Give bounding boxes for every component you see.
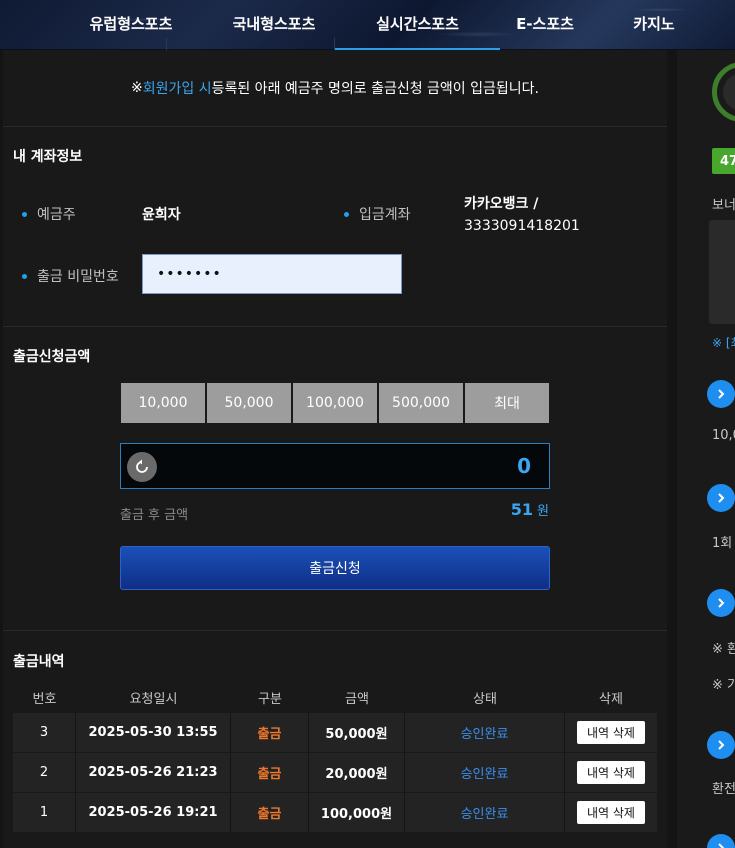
- bonus-box: [709, 220, 735, 324]
- bonus-label: 보너: [712, 198, 735, 213]
- bullet-dot: [22, 273, 27, 279]
- amount-100000-button[interactable]: 100,000: [293, 383, 377, 423]
- bank-value: 카카오뱅크 / 3333091418201: [464, 193, 580, 237]
- col-amount: 금액: [345, 691, 369, 707]
- row-number: 2: [13, 753, 76, 792]
- rule-text: 환전: [712, 782, 735, 797]
- row-date: 2025-05-30 13:55: [76, 713, 231, 752]
- row-status: 승인완료: [405, 793, 565, 832]
- amount-value: 0: [517, 454, 531, 478]
- row-number: 1: [13, 793, 76, 832]
- row-status-text: 승인완료: [460, 807, 509, 822]
- nav-item-european-sports[interactable]: 유럽형스포츠: [72, 0, 190, 50]
- bank-label-text: 입금계좌: [359, 207, 411, 223]
- row-type-text: 출금: [257, 727, 282, 742]
- bullet-dot: [22, 211, 27, 217]
- col-delete: 삭제: [599, 691, 623, 707]
- row-date: 2025-05-26 19:21: [76, 793, 231, 832]
- chevron-right-icon[interactable]: [707, 731, 735, 759]
- rule-text: 10,0: [712, 428, 735, 443]
- row-amount: 20,000원: [309, 753, 405, 792]
- col-number: 번호: [32, 691, 57, 707]
- holder-value: 윤희자: [142, 207, 181, 223]
- withdraw-amount-title: 출금신청금액: [13, 349, 91, 365]
- delete-record-button[interactable]: 내역 삭제: [577, 761, 645, 784]
- bank-label: 입금계좌: [344, 204, 411, 224]
- chevron-right-icon[interactable]: [707, 589, 735, 617]
- row-status: 승인완료: [405, 753, 565, 792]
- history-title: 출금내역: [13, 654, 65, 670]
- after-balance-label: 출금 후 금액: [120, 508, 189, 523]
- row-delete: 내역 삭제: [565, 793, 657, 832]
- nav-item-domestic-sports[interactable]: 국내형스포츠: [215, 0, 333, 50]
- rule-text: ※ 기: [712, 678, 735, 693]
- bank-account-number: 3333091418201: [464, 218, 580, 234]
- nav-item-live-sports[interactable]: 실시간스포츠: [335, 0, 500, 50]
- col-type: 구분: [258, 691, 282, 707]
- section-divider: [3, 630, 667, 631]
- history-table-header: 번호 요청일시 구분 금액 상태 삭제: [13, 682, 657, 712]
- row-amount: 50,000원: [309, 713, 405, 752]
- withdraw-amount-input[interactable]: 0: [120, 443, 550, 489]
- holder-label-text: 예금주: [37, 207, 76, 223]
- notice-prefix: ※: [131, 80, 143, 96]
- rule-text: ※ 환: [712, 642, 735, 657]
- table-row: 3 2025-05-30 13:55 출금 50,000원 승인완료 내역 삭제: [13, 713, 657, 752]
- section-divider: [3, 326, 667, 327]
- after-balance-unit: 원: [537, 504, 549, 519]
- row-number: 3: [13, 713, 76, 752]
- row-status-text: 승인완료: [460, 727, 509, 742]
- row-type: 출금: [231, 793, 309, 832]
- password-label: 출금 비밀번호: [22, 266, 119, 286]
- delete-record-button[interactable]: 내역 삭제: [577, 801, 645, 824]
- chevron-right-icon[interactable]: [707, 380, 735, 408]
- row-type: 출금: [231, 753, 309, 792]
- delete-record-button[interactable]: 내역 삭제: [577, 721, 645, 744]
- row-type: 출금: [231, 713, 309, 752]
- bank-name: 카카오뱅크 /: [464, 196, 539, 212]
- col-status: 상태: [473, 691, 497, 707]
- row-type-text: 출금: [257, 767, 282, 782]
- withdraw-submit-button[interactable]: 출금신청: [120, 546, 550, 590]
- row-type-text: 출금: [257, 807, 282, 822]
- notice-text: 등록된 아래 예금주 명의로 출금신청 금액이 입금됩니다.: [211, 81, 539, 97]
- amount-max-button[interactable]: 최대: [465, 383, 549, 423]
- withdraw-notice: ※ 회원가입 시 등록된 아래 예금주 명의로 출금신청 금액이 입금됩니다.: [3, 50, 667, 127]
- row-delete: 내역 삭제: [565, 753, 657, 792]
- withdraw-password-input[interactable]: •••••••: [142, 254, 402, 294]
- bullet-dot: [344, 211, 349, 217]
- account-info-title: 내 계좌정보: [13, 149, 83, 165]
- password-label-text: 출금 비밀번호: [37, 269, 119, 285]
- amount-50000-button[interactable]: 50,000: [207, 383, 291, 423]
- notice-highlight: 회원가입 시: [142, 81, 212, 97]
- withdraw-panel: ※ 회원가입 시 등록된 아래 예금주 명의로 출금신청 금액이 입금됩니다. …: [3, 50, 667, 848]
- after-balance-number: 51: [510, 500, 534, 519]
- chevron-right-icon[interactable]: [707, 834, 735, 848]
- bonus-note: ※ [최: [712, 336, 735, 350]
- nav-separator: [166, 38, 167, 50]
- top-navigation: 유럽형스포츠 국내형스포츠 실시간스포츠 E-스포츠 카지노: [0, 0, 735, 50]
- chevron-right-icon[interactable]: [707, 484, 735, 512]
- nav-item-esports[interactable]: E-스포츠: [500, 0, 590, 50]
- nav-item-casino[interactable]: 카지노: [620, 0, 688, 50]
- row-status: 승인완료: [405, 713, 565, 752]
- col-request-date: 요청일시: [129, 691, 178, 707]
- amount-500000-button[interactable]: 500,000: [379, 383, 463, 423]
- reset-icon[interactable]: [127, 452, 157, 482]
- row-amount: 100,000원: [309, 793, 405, 832]
- after-balance-value: 51 원: [463, 500, 549, 519]
- row-date: 2025-05-26 21:23: [76, 753, 231, 792]
- table-row: 1 2025-05-26 19:21 출금 100,000원 승인완료 내역 삭…: [13, 793, 657, 832]
- amount-10000-button[interactable]: 10,000: [121, 383, 205, 423]
- right-sidebar: 47 보너 ※ [최 10,0 1회 최 ※ 환 ※ 기 환전: [677, 50, 735, 848]
- level-badge: 47: [712, 148, 735, 174]
- holder-label: 예금주: [22, 204, 76, 224]
- level-ring: [712, 62, 735, 122]
- table-row: 2 2025-05-26 21:23 출금 20,000원 승인완료 내역 삭제: [13, 753, 657, 792]
- row-delete: 내역 삭제: [565, 713, 657, 752]
- row-status-text: 승인완료: [460, 767, 509, 782]
- rule-text: 1회 최: [712, 536, 735, 551]
